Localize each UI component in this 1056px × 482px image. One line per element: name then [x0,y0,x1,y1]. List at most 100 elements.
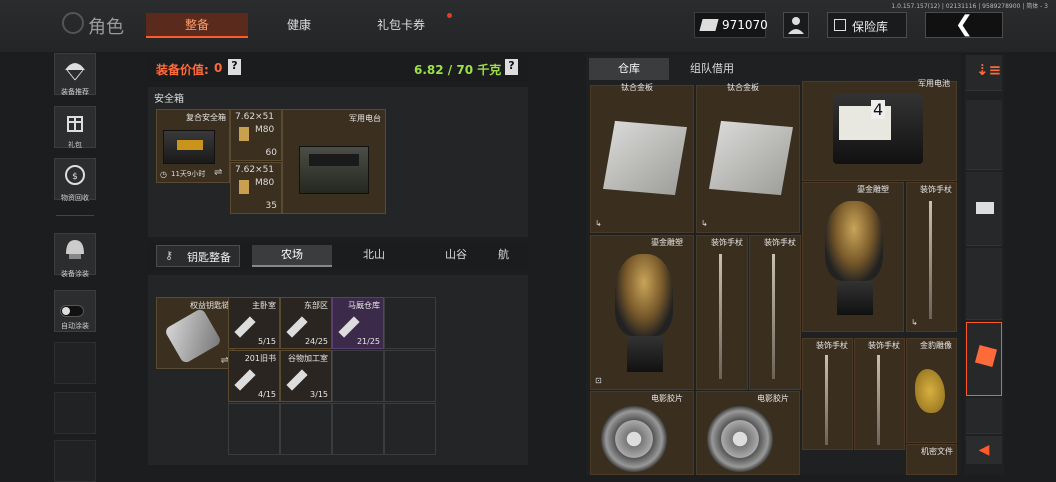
tab-health[interactable]: 健康 [260,13,338,38]
equipment-value-label: 装备价值: [156,63,209,77]
sort-icon: ⇣≡ [976,61,1002,79]
storage-item[interactable]: 军用电池 4 [802,79,957,181]
key-slot[interactable]: 马厩仓库 21/25 [332,297,384,349]
category-misc[interactable] [966,322,1002,396]
key-label: 201旧书 [244,354,276,363]
ammo-caliber: 7.62×51 [235,112,275,122]
tab-team-borrow[interactable]: 组队借用 [672,58,752,80]
ammo-caliber: 7.62×51 [235,165,275,175]
item-label: 装饰手杖 [764,238,796,247]
storage-item[interactable]: 装饰手杖 [802,338,853,450]
svg-text:$: $ [72,172,78,182]
helmet-icon [66,240,84,259]
storage-item[interactable]: 钛合金板 ↳ [696,83,800,233]
swap-icon[interactable]: ⇌ [214,167,222,178]
item-label: 装饰手杖 [816,341,848,350]
value-help-icon[interactable]: ? [228,59,241,75]
key-slot[interactable]: 东部区 24/25 [280,297,332,349]
storage-item[interactable]: 电影胶片 [590,391,694,475]
map-tab-valley[interactable]: 山谷 [416,245,496,267]
map-tab-farm[interactable]: 农场 [252,245,332,267]
key-label: 东部区 [304,301,328,310]
item-label: 电影胶片 [651,394,683,403]
map-tab-more[interactable]: 航 [498,245,524,267]
ammo-box-icon [976,202,994,214]
tab-warehouse[interactable]: 仓库 [589,58,669,80]
agent-icon [788,17,804,34]
storage-item[interactable]: 机密文件 [906,444,957,475]
storage-item[interactable]: 金豹雕像 [906,338,957,443]
enter-icon: ↳ [701,219,708,228]
key-label: 主卧室 [252,301,276,310]
item-label: 机密文件 [921,447,953,456]
empty-key-slot[interactable] [384,403,436,455]
globe-logo-icon [62,12,84,34]
ammo-type: M80 [255,125,275,135]
key-equip-button[interactable]: ⚷ 钥匙整备 [156,245,240,267]
enter-icon: ↳ [911,318,918,327]
empty-key-slot[interactable] [384,297,436,349]
storage-item[interactable]: 鎏金雕塑 ⊡ [590,235,694,390]
empty-key-slot[interactable] [280,403,332,455]
empty-key-slot[interactable] [228,403,280,455]
key-slot[interactable]: 谷物加工室 3/15 [280,350,332,402]
key-icon: ⚷ [165,249,174,262]
safe-box-stripe [177,140,203,150]
bullet-icon [239,127,249,141]
currency-value: 971070 [722,18,768,32]
cube-icon [974,344,998,368]
ammo-slot[interactable]: 7.62×51 M80 35 [230,162,282,214]
storage-item[interactable]: 钛合金板 ↳ [590,83,694,233]
empty-key-slot[interactable] [332,350,384,402]
radio-label: 军用电台 [349,114,381,123]
item-label: 装饰手杖 [711,238,743,247]
weight-help-icon[interactable]: ? [505,59,518,75]
statue-base [837,281,873,315]
collapse-button[interactable]: ◀ [966,436,1002,464]
key-label: 谷物加工室 [288,354,328,363]
sort-button[interactable]: ⇣≡ [966,55,1002,91]
category-other[interactable] [966,398,1002,434]
ammo-slot[interactable]: 7.62×51 M80 60 [230,109,282,161]
storage-item[interactable]: 电影胶片 [696,391,800,475]
storage-item[interactable]: 装饰手杖 [696,235,748,390]
key-slot[interactable]: 201旧书 4/15 [228,350,280,402]
page-title: 角色 [88,17,124,38]
bullet-icon [239,180,249,194]
category-rifle[interactable] [966,100,1002,170]
sidebar-label-auto-paint: 自动涂装 [61,322,89,330]
storage-item[interactable]: 鎏金雕塑 [802,182,904,332]
storage-panel: 仓库 组队借用 钛合金板 ↳ 钛合金板 ↳ 军用电池 4 鎏金雕塑 装饰手杖 ↳… [586,55,961,475]
cane-image [825,355,828,445]
sidebar-empty-slot [54,392,96,434]
map-tab-north[interactable]: 北山 [334,245,414,267]
empty-key-slot[interactable] [384,350,436,402]
category-gun[interactable] [966,248,1002,320]
key-icon [286,316,308,338]
enter-icon: ↳ [595,219,602,228]
keychain-image [163,307,223,365]
key-equip-label: 钥匙整备 [187,251,231,264]
equipment-value: 0 [214,61,223,75]
storage-item[interactable]: 装饰手杖 [854,338,905,450]
storage-item[interactable]: 装饰手杖 ↳ [906,182,957,332]
safe-box-title: 安全箱 [154,94,184,105]
keychain-slot[interactable]: 权益钥匙链 ⇌ [156,297,234,369]
military-radio-slot[interactable]: 军用电台 [282,109,386,214]
empty-key-slot[interactable] [332,403,384,455]
item-label: 鎏金雕塑 [857,185,889,194]
agent-button[interactable] [783,12,809,38]
back-button[interactable]: ❮ [925,12,1003,38]
radio-panel [309,154,359,166]
key-icon [338,316,360,338]
vault-label: 保险库 [852,20,889,34]
category-ammo-box[interactable] [966,172,1002,246]
weight-value: 6.82 / 70 千克 [414,63,502,77]
key-icon [234,369,256,391]
storage-item[interactable]: 装饰手杖 [749,235,801,390]
vault-button[interactable]: 保险库 [827,12,907,38]
tab-gift-pack[interactable]: 礼包卡券 [350,13,452,38]
key-slot[interactable]: 主卧室 5/15 [228,297,280,349]
recycle-icon: $ [65,165,85,185]
tab-equipment[interactable]: 整备 [146,13,248,38]
